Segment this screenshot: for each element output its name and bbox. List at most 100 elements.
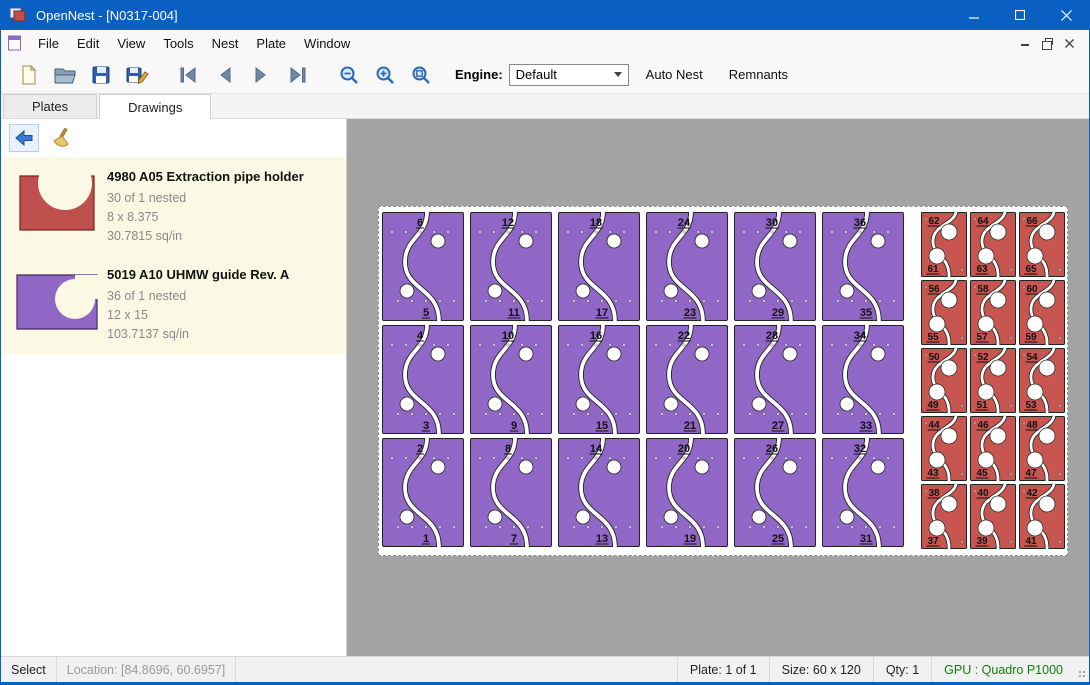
nested-holder-pair[interactable]: 5857 — [971, 280, 1016, 345]
next-plate-button[interactable] — [243, 60, 279, 90]
svg-text:6: 6 — [417, 217, 423, 229]
status-mode: Select — [1, 657, 57, 682]
new-button[interactable] — [11, 60, 47, 90]
nested-holder-pair[interactable]: 6059 — [1020, 280, 1065, 345]
menu-plate[interactable]: Plate — [247, 31, 295, 56]
zoom-in-button[interactable] — [367, 60, 403, 90]
svg-text:44: 44 — [928, 420, 940, 431]
nested-guide-pair[interactable]: 3029 — [735, 212, 816, 321]
nested-holder-pair[interactable]: 6261 — [922, 212, 967, 277]
open-folder-icon — [53, 64, 77, 86]
zoom-out-button[interactable] — [331, 60, 367, 90]
first-plate-button[interactable] — [171, 60, 207, 90]
svg-text:41: 41 — [1025, 536, 1037, 547]
nested-guide-pair[interactable]: 2019 — [647, 438, 728, 547]
nest-layout[interactable]: 6512111817242330293635431091615222128273… — [379, 207, 1067, 555]
remnants-button[interactable]: Remnants — [720, 61, 797, 88]
drawing-thumbnail — [7, 161, 107, 245]
replace-drawing-button[interactable] — [9, 124, 39, 152]
clean-button[interactable] — [45, 124, 75, 152]
svg-text:20: 20 — [678, 443, 690, 455]
minimize-button[interactable] — [951, 0, 997, 30]
nested-guide-pair[interactable]: 43 — [383, 325, 464, 434]
nested-holder-pair[interactable]: 3837 — [922, 484, 967, 549]
nested-guide-pair[interactable]: 1413 — [559, 438, 640, 547]
svg-text:13: 13 — [596, 533, 608, 545]
save-button[interactable] — [83, 60, 119, 90]
auto-nest-button[interactable]: Auto Nest — [637, 61, 712, 88]
tab-drawings[interactable]: Drawings — [99, 94, 211, 119]
nested-holder-pair[interactable]: 6463 — [971, 212, 1016, 277]
menu-nest[interactable]: Nest — [203, 31, 248, 56]
close-button[interactable] — [1043, 0, 1089, 30]
nested-holder-pair[interactable]: 5049 — [922, 348, 967, 413]
nested-guide-pair[interactable]: 2827 — [735, 325, 816, 434]
previous-plate-button[interactable] — [207, 60, 243, 90]
svg-text:56: 56 — [928, 284, 940, 295]
nested-guide-pair[interactable]: 21 — [383, 438, 464, 547]
nested-guide-pair[interactable]: 1211 — [471, 212, 552, 321]
drawing-size: 8 x 8.375 — [107, 208, 304, 227]
nested-holder-pair[interactable]: 5251 — [971, 348, 1016, 413]
nested-guide-pair[interactable]: 65 — [383, 212, 464, 321]
engine-select[interactable]: Default — [509, 64, 629, 86]
toolbar: Engine: Default Auto Nest Remnants — [1, 56, 1089, 94]
tab-plates[interactable]: Plates — [3, 94, 97, 118]
nested-holder-pair[interactable]: 48 47 — [1020, 416, 1065, 481]
menu-tools[interactable]: Tools — [154, 31, 202, 56]
resize-grip[interactable] — [1075, 657, 1089, 682]
svg-text:50: 50 — [928, 352, 940, 363]
svg-text:37: 37 — [927, 536, 939, 547]
drawing-item-0[interactable]: 4980 A05 Extraction pipe holder 30 of 1 … — [1, 157, 346, 255]
last-plate-button[interactable] — [279, 60, 315, 90]
mdi-window-controls — [1014, 33, 1085, 53]
nested-guide-pair[interactable]: 2221 — [647, 325, 728, 434]
plate[interactable]: 6512111817242330293635431091615222128273… — [378, 206, 1068, 556]
nested-holder-pair[interactable]: 4645 — [971, 416, 1016, 481]
status-bar: Select Location: [84.8696, 60.6957] Plat… — [1, 656, 1089, 682]
svg-text:32: 32 — [854, 443, 866, 455]
nest-canvas[interactable]: 6512111817242330293635431091615222128273… — [347, 119, 1089, 656]
nested-guide-pair[interactable]: 3635 — [823, 212, 904, 321]
zoom-in-icon — [374, 64, 396, 86]
nested-holder-pair[interactable]: 4443 — [922, 416, 967, 481]
nested-holder-pair[interactable]: 5655 — [922, 280, 967, 345]
svg-text:15: 15 — [596, 420, 608, 432]
mdi-restore-button[interactable] — [1036, 33, 1058, 53]
svg-text:47: 47 — [1025, 468, 1037, 479]
nested-guide-pair[interactable]: 3231 — [823, 438, 904, 547]
nested-guide-pair[interactable]: 2423 — [647, 212, 728, 321]
zoom-out-icon — [338, 64, 360, 86]
nested-guide-pair[interactable]: 109 — [471, 325, 552, 434]
drawing-nested-count: 36 of 1 nested — [107, 287, 289, 306]
mdi-close-button[interactable] — [1058, 33, 1080, 53]
menu-file[interactable]: File — [29, 31, 68, 56]
nested-guide-pair[interactable]: 2625 — [735, 438, 816, 547]
maximize-button[interactable] — [997, 0, 1043, 30]
menu-view[interactable]: View — [108, 31, 154, 56]
menu-edit[interactable]: Edit — [68, 31, 108, 56]
nested-guide-pair[interactable]: 87 — [471, 438, 552, 547]
restore-icon — [1045, 38, 1053, 45]
drawing-item-1[interactable]: 5019 A10 UHMW guide Rev. A 36 of 1 neste… — [1, 255, 346, 353]
nested-guide-pair[interactable]: 1817 — [559, 212, 640, 321]
svg-text:48: 48 — [1026, 420, 1038, 431]
zoom-fit-button[interactable] — [403, 60, 439, 90]
menu-bar: FileEditViewToolsNestPlateWindow — [1, 30, 1089, 56]
mdi-minimize-button[interactable] — [1014, 33, 1036, 53]
nested-guide-pair[interactable]: 3433 — [823, 325, 904, 434]
svg-text:36: 36 — [854, 217, 866, 229]
nested-holder-pair[interactable]: 6665 — [1020, 212, 1065, 277]
nested-holder-pair[interactable]: 4241 — [1020, 484, 1065, 549]
new-document-icon — [18, 64, 40, 86]
svg-text:10: 10 — [502, 330, 514, 342]
nested-holder-pair[interactable]: 5453 — [1020, 348, 1065, 413]
nested-holder-pair[interactable]: 4039 — [971, 484, 1016, 549]
nested-guide-pair[interactable]: 1615 — [559, 325, 640, 434]
open-button[interactable] — [47, 60, 83, 90]
svg-text:64: 64 — [977, 216, 989, 227]
drawings-panel: 4980 A05 Extraction pipe holder 30 of 1 … — [1, 119, 347, 656]
save-as-button[interactable] — [119, 60, 155, 90]
menu-window[interactable]: Window — [295, 31, 359, 56]
svg-text:29: 29 — [772, 307, 784, 319]
